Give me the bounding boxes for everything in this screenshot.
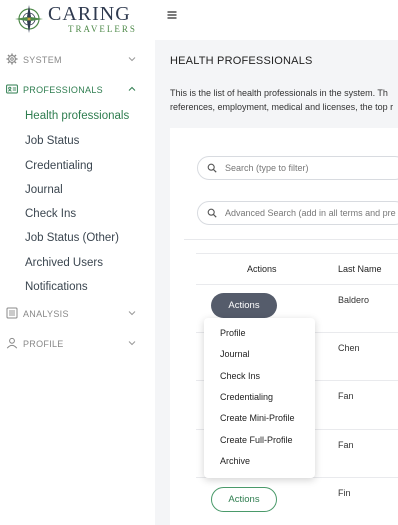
- chevron-down-icon: [128, 341, 136, 346]
- list-icon: [6, 307, 18, 319]
- nav-group-label: PROFESSIONALS: [23, 85, 103, 95]
- nav-group-professionals[interactable]: PROFESSIONALS: [0, 79, 155, 101]
- cell-last-name: Baldero: [338, 295, 370, 305]
- sidebar-item-check-ins[interactable]: Check Ins: [25, 208, 76, 220]
- page-title: HEALTH PROFESSIONALS: [170, 55, 313, 67]
- user-icon: [6, 337, 18, 349]
- cell-last-name: Chen: [338, 343, 360, 353]
- advanced-search-placeholder: Advanced Search (add in all terms and pr…: [225, 208, 396, 218]
- description-line: This is the list of health professionals…: [170, 88, 388, 98]
- search-placeholder: Search (type to filter): [225, 163, 309, 173]
- sidebar-item-health-professionals[interactable]: Health professionals: [25, 110, 129, 122]
- brand-logo[interactable]: CARING TRAVELERS: [14, 2, 137, 36]
- nav-group-label: ANALYSIS: [23, 309, 69, 319]
- menu-item-archive[interactable]: Archive: [220, 456, 250, 466]
- actions-button[interactable]: Actions: [211, 487, 277, 512]
- compass-logo-icon: [15, 5, 43, 33]
- nav-group-label: SYSTEM: [23, 55, 62, 65]
- description-line: references, employment, medical and lice…: [170, 102, 394, 112]
- menu-item-credentialing[interactable]: Credentialing: [220, 392, 273, 402]
- chevron-down-icon: [128, 311, 136, 316]
- menu-item-create-full-profile[interactable]: Create Full-Profile: [220, 435, 293, 445]
- gear-icon: [6, 53, 18, 65]
- menu-item-create-mini-profile[interactable]: Create Mini-Profile: [220, 413, 295, 423]
- chevron-down-icon: [128, 57, 136, 62]
- cell-last-name: Fan: [338, 391, 354, 401]
- id-card-icon: [6, 84, 18, 94]
- column-header-last-name[interactable]: Last Name: [338, 264, 382, 274]
- sidebar-item-journal[interactable]: Journal: [25, 184, 63, 196]
- search-input[interactable]: Search (type to filter): [197, 156, 398, 180]
- sidebar-item-archived-users[interactable]: Archived Users: [25, 257, 103, 269]
- menu-item-journal[interactable]: Journal: [220, 349, 250, 359]
- cell-last-name: Fin: [338, 488, 351, 498]
- advanced-search-input[interactable]: Advanced Search (add in all terms and pr…: [197, 201, 398, 225]
- chevron-up-icon: [128, 86, 136, 91]
- cell-last-name: Fan: [338, 440, 354, 450]
- nav-group-system[interactable]: SYSTEM: [0, 49, 155, 71]
- actions-dropdown-menu: Profile Journal Check Ins Credentialing …: [204, 318, 315, 478]
- row-divider: [196, 253, 398, 254]
- hamburger-menu-icon[interactable]: [167, 10, 177, 20]
- search-icon: [207, 163, 217, 173]
- menu-item-check-ins[interactable]: Check Ins: [220, 371, 260, 381]
- actions-button[interactable]: Actions: [211, 293, 277, 318]
- divider: [184, 239, 398, 240]
- row-divider: [196, 284, 398, 285]
- sidebar: CARING TRAVELERS SYSTEM PROFESSIONALS He…: [0, 0, 155, 525]
- nav-group-analysis[interactable]: ANALYSIS: [0, 303, 155, 325]
- brand-name: CARING: [48, 3, 131, 25]
- nav-group-profile[interactable]: PROFILE: [0, 333, 155, 355]
- sidebar-item-notifications[interactable]: Notifications: [25, 281, 88, 293]
- sidebar-item-job-status[interactable]: Job Status: [25, 135, 79, 147]
- search-icon: [207, 208, 217, 218]
- sidebar-item-job-status-other[interactable]: Job Status (Other): [25, 232, 119, 244]
- menu-item-profile[interactable]: Profile: [220, 328, 246, 338]
- brand-tagline: TRAVELERS: [68, 24, 137, 34]
- page-description: This is the list of health professionals…: [170, 86, 398, 114]
- column-header-actions[interactable]: Actions: [247, 264, 277, 274]
- sidebar-item-credentialing[interactable]: Credentialing: [25, 160, 93, 172]
- nav-group-label: PROFILE: [23, 339, 64, 349]
